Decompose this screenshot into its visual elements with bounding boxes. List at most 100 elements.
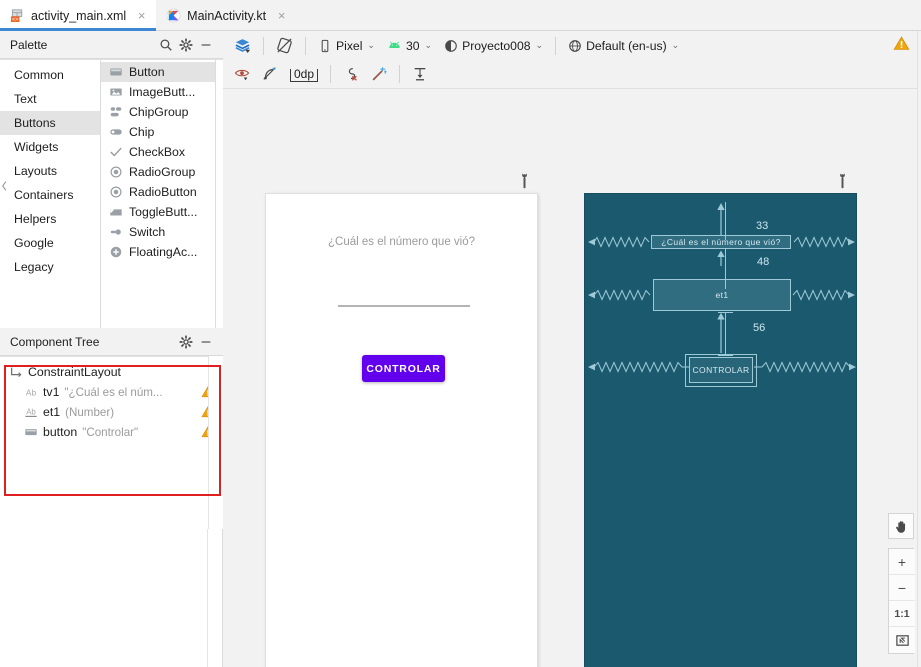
- chip-icon: [110, 129, 122, 135]
- theme-label: Proyecto008: [462, 38, 531, 53]
- show-constraints-button[interactable]: [228, 62, 256, 86]
- tab-activity-main-xml[interactable]: <> activity_main.xml ×: [0, 0, 157, 31]
- theme-selector[interactable]: Proyecto008 ⌄: [438, 34, 549, 58]
- tree-node-label: ConstraintLayout: [28, 365, 121, 379]
- preview-button-controlar[interactable]: CONTROLAR: [362, 355, 445, 382]
- palette-item-checkbox[interactable]: CheckBox: [101, 142, 215, 162]
- blueprint-config-wrench-icon[interactable]: [836, 173, 849, 189]
- component-tree-scrollbar[interactable]: [208, 356, 223, 529]
- zoom-to-fit-button[interactable]: [889, 627, 915, 653]
- minimize-icon[interactable]: [196, 332, 216, 352]
- blueprint-widget-button[interactable]: CONTROLAR: [689, 357, 753, 383]
- palette-item-label: Chip: [129, 125, 155, 139]
- component-tree-body: ConstraintLayout Ab tv1 "¿Cuál es el núm…: [0, 356, 223, 529]
- gear-icon[interactable]: [176, 35, 196, 55]
- magic-wand-icon: [372, 67, 387, 81]
- tree-node-value: (Number): [65, 405, 115, 419]
- warning-icon[interactable]: [893, 35, 913, 55]
- palette-panel: Palette Common Text Buttons Widgets Layo…: [0, 31, 223, 328]
- design-preview-device[interactable]: ¿Cuál es el número que vió? CONTROLAR: [265, 193, 538, 667]
- right-edge-strip: [917, 31, 921, 667]
- svg-text:<>: <>: [12, 17, 19, 23]
- tree-node-value: "¿Cuál es el núm...: [64, 385, 163, 399]
- blueprint-margin-48: 48: [757, 256, 770, 268]
- palette-group-widgets[interactable]: Widgets: [0, 135, 100, 159]
- palette-item-chip[interactable]: Chip: [101, 122, 215, 142]
- palette-group-layouts[interactable]: Layouts: [0, 159, 100, 183]
- infer-constraints-button[interactable]: [365, 62, 393, 86]
- palette-group-containers[interactable]: Containers: [0, 183, 100, 207]
- toolbar-separator: [330, 65, 332, 83]
- xml-layout-icon: <>: [10, 9, 23, 23]
- blueprint-preview-device[interactable]: ¿Cuál es el número que vió? 33 48 et1 56…: [584, 193, 857, 667]
- zoom-in-button[interactable]: +: [889, 549, 915, 575]
- locale-selector[interactable]: Default (en-us) ⌄: [562, 34, 685, 58]
- tab-main-activity-kt[interactable]: MainActivity.kt ×: [156, 0, 296, 31]
- device-label: Pixel: [336, 38, 363, 53]
- search-icon[interactable]: [156, 35, 176, 55]
- palette-item-floatingactionbutton[interactable]: FloatingAc...: [101, 242, 215, 262]
- tab-close-icon[interactable]: ×: [276, 9, 287, 22]
- chevron-down-icon: ⌄: [671, 40, 680, 50]
- locale-label: Default (en-us): [586, 38, 667, 53]
- constraint-spring-left-et1: [588, 289, 651, 301]
- palette-group-text[interactable]: Text: [0, 87, 100, 111]
- zoom-controls: + − 1:1: [888, 513, 915, 654]
- gear-icon[interactable]: [176, 332, 196, 352]
- palette-item-label: RadioButton: [129, 185, 197, 199]
- zoom-button-group: + − 1:1: [888, 548, 915, 654]
- editor-tab-bar: <> activity_main.xml × MainActivity.kt ×: [0, 0, 921, 31]
- tree-node-constraintlayout[interactable]: ConstraintLayout: [0, 362, 223, 382]
- left-empty-scrollbar[interactable]: [207, 529, 222, 667]
- palette-group-legacy[interactable]: Legacy: [0, 255, 100, 279]
- minimize-icon[interactable]: [196, 35, 216, 55]
- preview-textview-tv1[interactable]: ¿Cuál es el número que vió?: [266, 236, 537, 248]
- tree-node-tv1[interactable]: Ab tv1 "¿Cuál es el núm...: [0, 382, 223, 402]
- palette-item-switch[interactable]: Switch: [101, 222, 215, 242]
- clear-constraints-button[interactable]: [337, 62, 365, 86]
- palette-group-google[interactable]: Google: [0, 231, 100, 255]
- palette-item-list: Button ImageButt... ChipGroup Chip Check…: [101, 60, 216, 328]
- toolbar-separator: [305, 36, 306, 55]
- tab-close-icon[interactable]: ×: [136, 9, 147, 22]
- left-tool-column: Palette Common Text Buttons Widgets Layo…: [0, 31, 223, 667]
- autoconnect-button[interactable]: [256, 62, 284, 86]
- palette-item-label: ToggleButt...: [129, 205, 198, 219]
- orientation-button[interactable]: [270, 34, 299, 58]
- palette-group-helpers[interactable]: Helpers: [0, 207, 100, 231]
- palette-group-buttons[interactable]: Buttons: [0, 111, 100, 135]
- palette-item-button[interactable]: Button: [101, 62, 215, 82]
- blueprint-widget-et1[interactable]: et1: [653, 279, 791, 311]
- zoom-out-button[interactable]: −: [889, 575, 915, 601]
- palette-item-radiobutton[interactable]: RadioButton: [101, 182, 215, 202]
- palette-item-imagebutton[interactable]: ImageButt...: [101, 82, 215, 102]
- align-button[interactable]: [406, 62, 434, 86]
- constraint-spring-right-button: [754, 361, 856, 373]
- chevron-down-icon: ⌄: [367, 40, 375, 50]
- palette-group-common[interactable]: Common: [0, 63, 100, 87]
- palette-item-togglebutton[interactable]: ToggleButt...: [101, 202, 215, 222]
- design-canvas[interactable]: ¿Cuál es el número que vió? CONTROLAR ¿C…: [223, 89, 921, 667]
- palette-scrollbar[interactable]: [216, 60, 223, 328]
- component-tree-header: Component Tree: [0, 328, 223, 356]
- palette-item-chipgroup[interactable]: ChipGroup: [101, 102, 215, 122]
- api-level-selector[interactable]: 30 ⌄: [381, 34, 438, 58]
- default-margin-button[interactable]: 0dp: [284, 62, 324, 86]
- tree-node-label: et1: [43, 405, 61, 419]
- tree-node-button[interactable]: button "Controlar": [0, 422, 223, 442]
- design-toolbar-primary: Pixel ⌄ 30 ⌄ Proyecto008 ⌄ Default (en-u…: [223, 31, 921, 60]
- zoom-actual-size-button[interactable]: 1:1: [889, 601, 915, 627]
- blueprint-margin-33: 33: [756, 220, 769, 232]
- component-tree-title: Component Tree: [10, 334, 100, 349]
- left-empty-area: [0, 529, 223, 667]
- device-phone-icon: [321, 39, 329, 52]
- collapse-panel-chevron-icon[interactable]: [0, 175, 8, 197]
- tree-node-et1[interactable]: Ab et1 (Number): [0, 402, 223, 422]
- preview-edittext-et1[interactable]: [338, 305, 470, 307]
- device-selector[interactable]: Pixel ⌄: [312, 34, 381, 58]
- palette-item-radiogroup[interactable]: RadioGroup: [101, 162, 215, 182]
- pan-tool-button[interactable]: [888, 513, 914, 539]
- svg-text:Ab: Ab: [26, 408, 36, 417]
- view-mode-button[interactable]: [228, 34, 257, 58]
- device-config-wrench-icon[interactable]: [518, 173, 531, 189]
